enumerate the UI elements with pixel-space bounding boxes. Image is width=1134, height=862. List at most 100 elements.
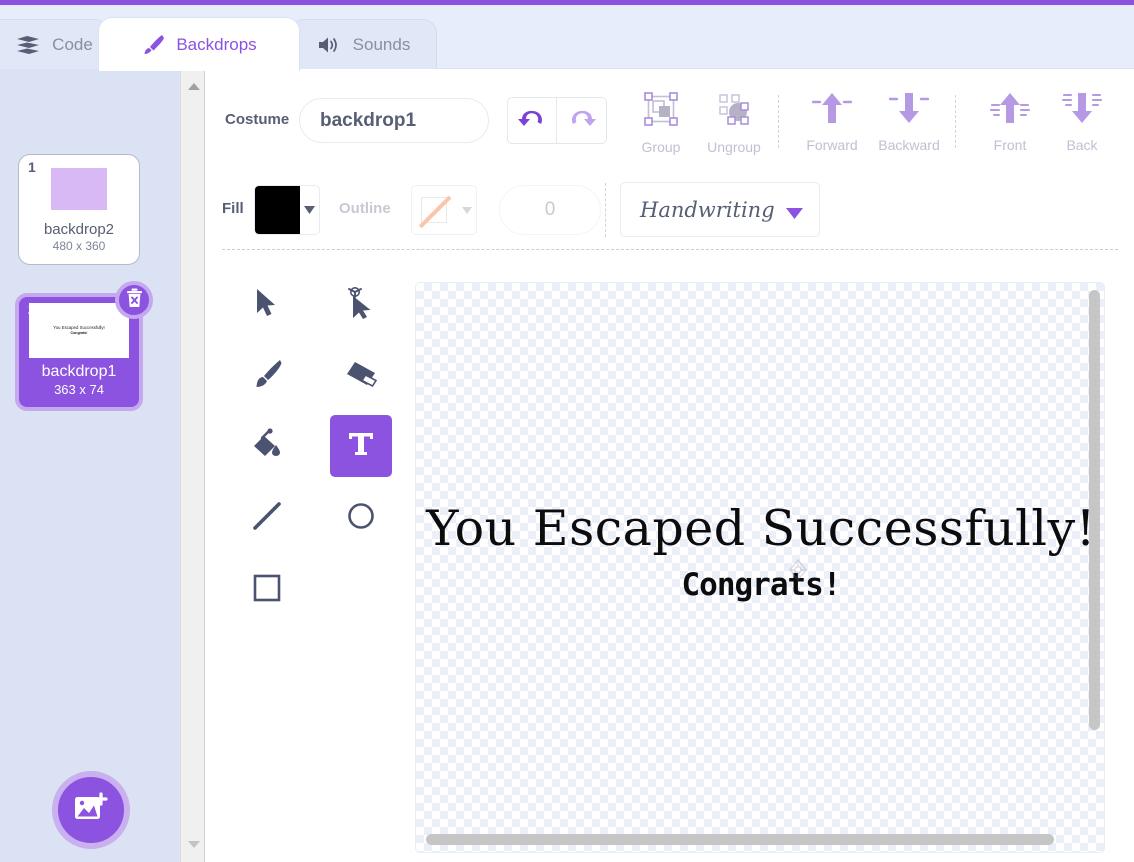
toolbar-separator-2 [955,95,956,148]
caret-down-icon [457,186,476,234]
canvas-vertical-scrollbar[interactable] [1089,290,1100,730]
arrow-up-front-icon [989,91,1031,130]
delete-backdrop-button[interactable] [115,281,153,319]
thumbnail-solid-swatch [51,167,107,210]
add-backdrop-button[interactable] [52,771,130,849]
tool-select[interactable] [236,274,298,336]
scroll-up-arrow-icon[interactable] [186,79,201,94]
sidebar-scrollbar[interactable] [180,69,205,862]
front-button[interactable]: Front [973,91,1047,153]
editor-toolbar-top: Costume backdrop1 Group Ungroup Forward … [206,69,1134,169]
canvas-text-line-2: Congrats! [681,567,842,603]
forward-label: Forward [806,137,858,153]
backdrop-list-sidebar: 1 backdrop2 480 x 360 2 You Escaped Succ… [0,69,180,862]
tool-fill[interactable] [236,415,298,477]
backward-button[interactable]: Backward [872,91,946,153]
arrow-down-backward-icon [888,91,930,130]
ungroup-button[interactable]: Ungroup [697,91,771,155]
square-icon [253,574,281,607]
tab-sounds[interactable]: Sounds [290,19,437,70]
tab-code[interactable]: Code [0,19,108,70]
backdrop-index: 1 [28,159,36,175]
ungroup-icon [716,91,752,132]
group-button[interactable]: Group [624,91,698,155]
canvas-text-line-1: You Escaped Successfully! [426,500,1096,557]
backdrop-dimensions: 363 x 74 [54,382,104,397]
canvas-horizontal-scrollbar[interactable] [426,834,1054,845]
back-button[interactable]: Back [1045,91,1119,153]
toolbar-separator-1 [778,95,779,148]
fill-color-swatch [255,186,300,234]
tab-backdrops-label: Backdrops [176,34,257,54]
circle-icon [347,502,375,535]
fill-color-picker[interactable] [254,185,320,235]
caret-down-icon [300,186,319,234]
costume-label: Costume [225,111,290,128]
backdrop-thumbnail: You Escaped Successfully! Congrats! [29,303,129,358]
back-label: Back [1066,137,1098,153]
redo-arrow-icon [568,107,596,134]
line-icon [252,501,282,536]
undo-redo-group [507,97,607,144]
thumbnail-line2: Congrats! [70,330,88,335]
tool-line[interactable] [236,487,298,549]
font-name-label: Handwriting [640,197,775,222]
toolbar-divider [222,249,1118,250]
no-outline-swatch [412,186,457,234]
front-label: Front [993,137,1027,153]
backdrop-list-item-1[interactable]: 1 backdrop2 480 x 360 [18,154,140,265]
eraser-icon [345,360,378,393]
paintbrush-icon [141,33,165,57]
backdrop-list-item-2[interactable]: 2 You Escaped Successfully! Congrats! ba… [15,281,153,411]
forward-button[interactable]: Forward [795,91,869,153]
backward-label: Backward [878,137,940,153]
fill-label: Fill [222,200,244,217]
backdrop-index: 2 [28,301,36,317]
group-label: Group [641,139,681,155]
outline-label: Outline [339,200,391,217]
add-image-icon [73,791,109,829]
paint-canvas[interactable]: You Escaped Successfully! Congrats! [415,282,1105,853]
undo-arrow-icon [518,107,546,134]
scratch-paint-editor-window: Code Backdrops Sounds 1 backdrop2 480 x … [0,0,1134,862]
tool-text[interactable] [330,415,392,477]
tab-backdrops[interactable]: Backdrops [98,17,300,71]
cursor-arrow-icon [254,288,280,323]
backdrop-name: backdrop1 [41,363,117,380]
outline-color-picker[interactable] [411,185,477,235]
arrow-down-back-icon [1061,91,1103,130]
stroke-width-input[interactable] [499,185,601,235]
undo-button[interactable] [508,98,558,143]
canvas-artwork: You Escaped Successfully! Congrats! [416,283,1104,603]
tab-bar: Code Backdrops Sounds [0,5,1134,71]
text-T-icon [347,430,375,463]
tool-circle[interactable] [330,487,392,549]
font-dropdown[interactable]: Handwriting [620,182,820,237]
arrow-up-forward-icon [811,91,853,130]
style-separator [605,183,606,237]
backdrop-thumbnail [29,161,129,216]
canvas-center-crosshair-icon [786,558,810,587]
redo-button[interactable] [557,98,606,143]
scroll-down-arrow-icon[interactable] [186,837,201,852]
speaker-icon [317,35,342,55]
tab-sounds-label: Sounds [352,35,411,54]
tool-rectangle[interactable] [236,559,298,621]
code-blocks-icon [15,35,41,55]
caret-down-icon [786,206,803,224]
paint-bucket-icon [251,427,283,465]
reshape-node-icon [345,286,377,324]
paint-editor: Costume backdrop1 Group Ungroup Forward … [206,69,1134,862]
backdrop-name: backdrop2 [43,221,115,238]
costume-name-input[interactable] [299,98,489,143]
ungroup-label: Ungroup [707,139,761,155]
thumbnail-text-preview: You Escaped Successfully! Congrats! [53,325,104,336]
tab-code-label: Code [52,35,93,54]
tool-eraser[interactable] [330,345,392,407]
tool-brush[interactable] [236,345,298,407]
paintbrush-tool-icon [252,359,282,394]
tool-reshape[interactable] [330,274,392,336]
trash-delete-icon [125,288,144,313]
backdrop-dimensions: 480 x 360 [52,239,106,253]
group-icon [643,91,679,132]
